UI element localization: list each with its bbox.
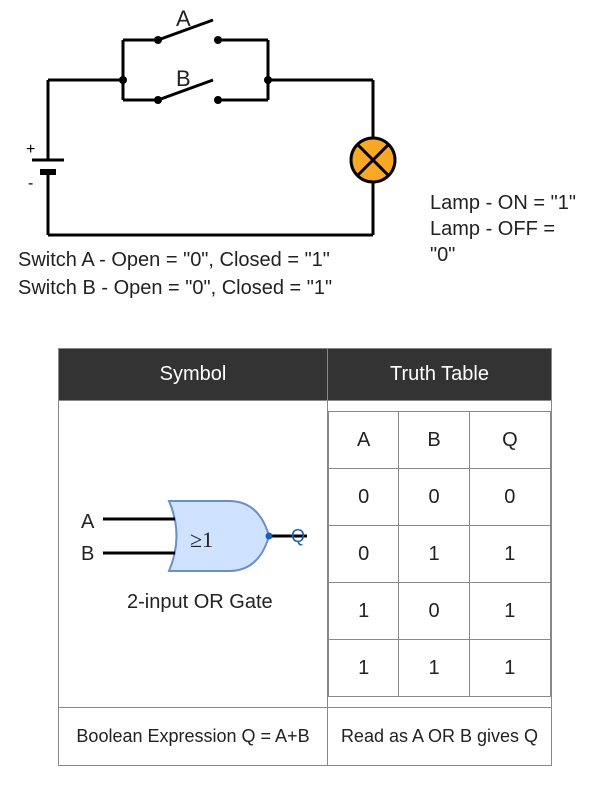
tt-head-b: B [399,412,469,469]
lamp-off-text: Lamp - OFF = "0" [430,216,578,268]
read-as: Read as A OR B gives Q [328,708,552,766]
truth-table-inner: A B Q 0 0 0 0 1 1 [328,411,551,697]
gate-output-q: Q [291,526,305,547]
switch-b-label: B [176,66,191,92]
circuit-diagram: + - A B Lamp - ON = "1" Lamp - OFF = "0" [18,10,578,240]
legend-switch-b: Switch B - Open = "0", Closed = "1" [18,274,579,302]
table-row: 0 0 0 [329,469,551,526]
or-gate-table: Symbol Truth Table [58,348,552,766]
table-row: 0 1 1 [329,526,551,583]
gate-caption: 2-input OR Gate [127,591,273,614]
gate-input-b: B [81,543,94,566]
gate-ge1-label: ≥1 [190,527,213,553]
svg-text:+: + [26,141,35,158]
gate-symbol-cell: A B ≥1 Q 2-input OR Gate [59,401,328,708]
switch-a-label: A [176,6,191,32]
boolean-expression: Boolean Expression Q = A+B [59,708,328,766]
header-truth-table: Truth Table [328,349,552,401]
header-symbol: Symbol [59,349,328,401]
lamp-legend: Lamp - ON = "1" Lamp - OFF = "0" [430,190,578,268]
tt-head-a: A [329,412,399,469]
gate-input-a: A [81,511,94,534]
tt-head-q: Q [469,412,550,469]
lamp-on-text: Lamp - ON = "1" [430,190,578,216]
table-row: 1 0 1 [329,583,551,640]
svg-text:-: - [28,175,33,192]
table-row: 1 1 1 [329,640,551,697]
